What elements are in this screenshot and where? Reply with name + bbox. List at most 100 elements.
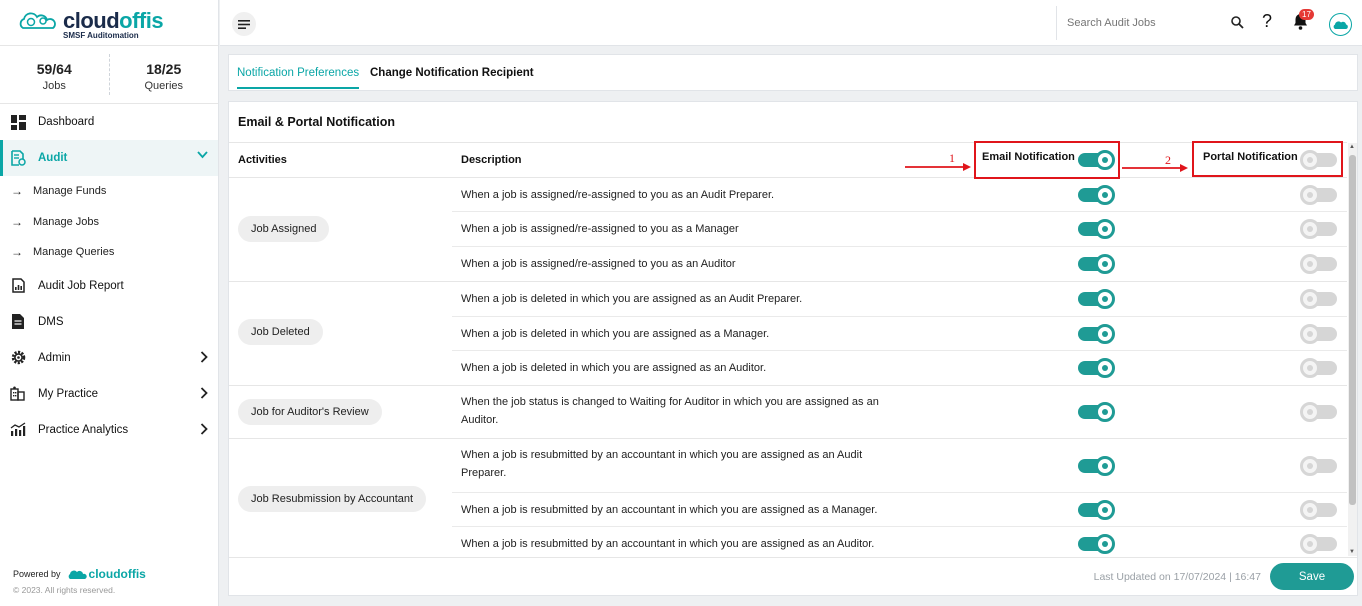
queries-count: 18/25 <box>146 61 182 77</box>
sidebar-subitem-manage-jobs[interactable]: → Manage Jobs <box>0 207 218 238</box>
annotation-box-email <box>974 141 1120 179</box>
sidebar-item-admin[interactable]: Admin <box>0 340 218 376</box>
building-icon <box>10 386 26 402</box>
sidebar-item-practice-analytics[interactable]: Practice Analytics <box>0 412 218 448</box>
annotation-arrow-2 <box>1122 164 1188 172</box>
annotation-arrow-1 <box>905 163 971 171</box>
portal-toggle[interactable] <box>1300 456 1337 476</box>
search-icon[interactable] <box>1231 16 1244 29</box>
stats-panel: 59/64 Jobs 18/25 Queries <box>0 46 218 104</box>
copyright: © 2023. All rights reserved. <box>13 585 116 595</box>
save-button[interactable]: Save <box>1270 563 1354 590</box>
sidebar-subitem-manage-funds[interactable]: → Manage Funds <box>0 176 218 207</box>
sidebar-item-label: Manage Queries <box>33 246 115 259</box>
arrow-right-icon: → <box>11 245 23 260</box>
row-description: When a job is deleted in which you are a… <box>461 362 767 374</box>
sidebar-item-dms[interactable]: DMS <box>0 304 218 340</box>
row-description: When a job is resubmitted by an accounta… <box>461 504 878 516</box>
notification-table-body: Job Assigned When a job is assigned/re-a… <box>229 178 1347 563</box>
cloudoffis-small-logo-icon <box>68 570 87 579</box>
email-toggle[interactable] <box>1078 534 1115 554</box>
sidebar-item-audit-job-report[interactable]: Audit Job Report <box>0 268 218 304</box>
email-toggle[interactable] <box>1078 500 1115 520</box>
email-toggle[interactable] <box>1078 289 1115 309</box>
table-row: When a job is deleted in which you are a… <box>452 317 1347 351</box>
portal-toggle[interactable] <box>1300 185 1337 205</box>
chevron-right-icon <box>200 422 208 435</box>
sidebar-item-label: Manage Jobs <box>33 215 100 228</box>
top-header: ? 17 <box>220 0 1362 46</box>
row-description: When a job is deleted in which you are a… <box>461 328 770 340</box>
notification-card: Email & Portal Notification Activities D… <box>228 101 1358 596</box>
arrow-right-icon: → <box>11 184 23 199</box>
sidebar-item-audit[interactable]: Audit <box>0 140 218 176</box>
sidebar-item-label: My Practice <box>38 387 99 400</box>
portal-toggle[interactable] <box>1300 289 1337 309</box>
analytics-chart-icon <box>10 422 26 438</box>
report-icon <box>10 278 26 294</box>
search-input[interactable] <box>1067 17 1227 29</box>
sidebar-item-label: Audit Job Report <box>38 279 124 292</box>
help-icon[interactable]: ? <box>1262 11 1272 32</box>
scroll-up-icon[interactable]: ▲ <box>1349 144 1355 150</box>
logo[interactable]: cloudoffis SMSF Auditomation <box>0 0 218 46</box>
table-row: When a job is deleted in which you are a… <box>452 282 1347 317</box>
sidebar-item-label: Admin <box>38 351 71 364</box>
row-description: When a job is assigned/re-assigned to yo… <box>461 258 736 270</box>
table-row: When the job status is changed to Waitin… <box>452 386 1347 439</box>
notification-count-badge: 17 <box>1299 9 1314 20</box>
chevron-right-icon <box>200 386 208 399</box>
tabs-bar: Notification Preferences Change Notifica… <box>228 54 1358 91</box>
row-description: When a job is resubmitted by an accounta… <box>461 449 863 479</box>
tab-notification-preferences[interactable]: Notification Preferences <box>237 67 360 89</box>
tab-change-notification-recipient[interactable]: Change Notification Recipient <box>370 67 534 79</box>
activity-group: Job Resubmission by Accountant When a jo… <box>229 439 1347 563</box>
portal-toggle[interactable] <box>1300 358 1337 378</box>
activity-group: Job for Auditor's Review When the job st… <box>229 386 1347 439</box>
portal-toggle[interactable] <box>1300 254 1337 274</box>
avatar[interactable] <box>1329 13 1352 36</box>
jobs-stat[interactable]: 59/64 Jobs <box>0 46 109 103</box>
powered-brand: cloudoffis <box>88 567 146 581</box>
scrollbar-thumb[interactable] <box>1349 155 1356 505</box>
table-row: When a job is resubmitted by an accounta… <box>452 493 1347 527</box>
dashboard-icon <box>10 114 26 130</box>
sidebar-item-label: Dashboard <box>38 116 95 128</box>
sidebar: cloudoffis SMSF Auditomation 59/64 Jobs … <box>0 0 219 606</box>
brand-tagline: SMSF Auditomation <box>63 31 139 40</box>
email-toggle[interactable] <box>1078 402 1115 422</box>
portal-toggle[interactable] <box>1300 219 1337 239</box>
sidebar-item-my-practice[interactable]: My Practice <box>0 376 218 412</box>
chevron-down-icon <box>197 151 208 159</box>
chevron-right-icon <box>200 350 208 363</box>
email-toggle[interactable] <box>1078 456 1115 476</box>
portal-toggle[interactable] <box>1300 534 1337 554</box>
annotation-box-portal <box>1192 141 1343 177</box>
portal-toggle[interactable] <box>1300 500 1337 520</box>
card-title: Email & Portal Notification <box>238 115 395 129</box>
email-toggle[interactable] <box>1078 358 1115 378</box>
portal-toggle[interactable] <box>1300 402 1337 422</box>
email-toggle[interactable] <box>1078 254 1115 274</box>
scroll-down-icon[interactable]: ▼ <box>1349 549 1355 555</box>
table-scrollbar[interactable]: ▲ ▼ <box>1348 143 1357 556</box>
search-box <box>1056 6 1252 40</box>
row-description: When a job is deleted in which you are a… <box>461 293 803 305</box>
email-toggle[interactable] <box>1078 324 1115 344</box>
sidebar-subitem-manage-queries[interactable]: → Manage Queries <box>0 237 218 268</box>
portal-toggle[interactable] <box>1300 324 1337 344</box>
powered-by: Powered by cloudoffis <box>13 567 146 581</box>
queries-label: Queries <box>144 80 184 92</box>
jobs-count: 59/64 <box>36 61 72 77</box>
email-toggle[interactable] <box>1078 185 1115 205</box>
sidebar-item-dashboard[interactable]: Dashboard <box>0 104 218 140</box>
menu-toggle-button[interactable] <box>232 12 256 36</box>
activity-label: Job Deleted <box>238 319 323 345</box>
table-row: When a job is assigned/re-assigned to yo… <box>452 178 1347 212</box>
email-toggle[interactable] <box>1078 219 1115 239</box>
queries-stat[interactable]: 18/25 Queries <box>108 54 219 95</box>
row-description: When a job is assigned/re-assigned to yo… <box>461 189 775 201</box>
table-row: When a job is assigned/re-assigned to yo… <box>452 212 1347 247</box>
row-description: When a job is resubmitted by an accounta… <box>461 538 875 550</box>
user-cloud-icon <box>1333 20 1348 29</box>
